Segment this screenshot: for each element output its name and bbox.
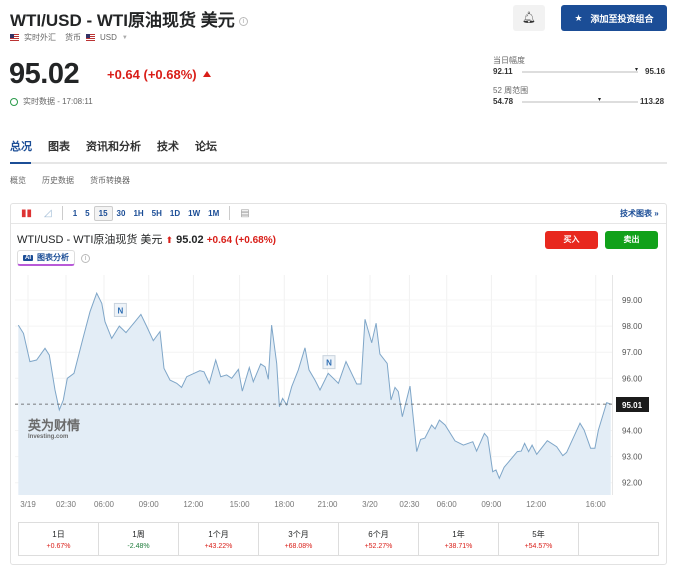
y-tick-label: 92.00: [622, 479, 643, 488]
performance-value: +52.27%: [364, 543, 393, 550]
performance-period: 1日: [52, 530, 65, 539]
performance-period: 1年: [452, 530, 465, 539]
performance-value: +38.71%: [444, 543, 473, 550]
performance-value: -2.48%: [127, 543, 150, 550]
performance-period: 5年: [532, 530, 545, 539]
performance-period: 1周: [132, 530, 145, 539]
performance-value: +54.57%: [524, 543, 553, 550]
y-tick-label: 94.00: [622, 427, 643, 436]
performance-period: 6个月: [368, 530, 389, 539]
performance-cell[interactable]: 1个月 +43.22%: [179, 523, 259, 555]
y-tick-label: 93.00: [622, 453, 643, 462]
performance-cell[interactable]: 5年 +54.57%: [499, 523, 579, 555]
x-tick-label: 3/19: [20, 500, 36, 509]
performance-cell[interactable]: 6个月 +52.27%: [339, 523, 419, 555]
x-tick-label: 15:00: [230, 500, 251, 509]
x-tick-label: 09:00: [481, 500, 502, 509]
performance-value: +43.22%: [204, 543, 233, 550]
performance-cell[interactable]: 1日 +0.67%: [19, 523, 99, 555]
watermark-en: Investing.com: [28, 434, 68, 440]
y-axis-line: [612, 275, 613, 495]
x-tick-label: 21:00: [317, 500, 338, 509]
x-tick-label: 16:00: [586, 500, 607, 509]
x-tick-label: 09:00: [139, 500, 160, 509]
performance-value: +68.08%: [284, 543, 313, 550]
x-tick-label: 3/20: [362, 500, 378, 509]
performance-cell-obscured: [579, 523, 658, 555]
performance-period: 3个月: [288, 530, 309, 539]
price-chart[interactable]: 3/19 02:30 06:00 09:00 12:00 15:00 18:00 21:00 3…: [0, 0, 675, 568]
performance-table: 1日 +0.67% 1周 -2.48% 1个月 +43.22% 3个月 +68.08% 6个月 +…: [18, 522, 659, 556]
x-tick-label: 06:00: [94, 500, 115, 509]
news-marker-label: N: [326, 359, 332, 368]
y-tick-label: 97.00: [622, 348, 643, 357]
x-tick-label: 06:00: [437, 500, 458, 509]
x-tick-label: 12:00: [526, 500, 547, 509]
performance-cell[interactable]: 1年 +38.71%: [419, 523, 499, 555]
performance-cell[interactable]: 1周 -2.48%: [99, 523, 179, 555]
x-tick-label: 18:00: [274, 500, 295, 509]
y-tick-label: 96.00: [622, 374, 643, 383]
current-price-label: 95.01: [622, 401, 643, 410]
performance-value: +0.67%: [46, 543, 71, 550]
watermark-cn: 英为财情: [27, 418, 80, 433]
news-marker[interactable]: N: [322, 355, 336, 370]
x-tick-label: 02:30: [56, 500, 77, 509]
x-tick-label: 12:00: [183, 500, 204, 509]
news-marker-label: N: [117, 306, 123, 315]
news-marker[interactable]: N: [113, 302, 127, 317]
y-tick-label: 98.00: [622, 322, 643, 331]
performance-period: 1个月: [208, 530, 229, 539]
price-area: [18, 293, 611, 495]
y-tick-label: 99.00: [622, 296, 643, 305]
performance-cell[interactable]: 3个月 +68.08%: [259, 523, 339, 555]
x-tick-label: 02:30: [399, 500, 420, 509]
